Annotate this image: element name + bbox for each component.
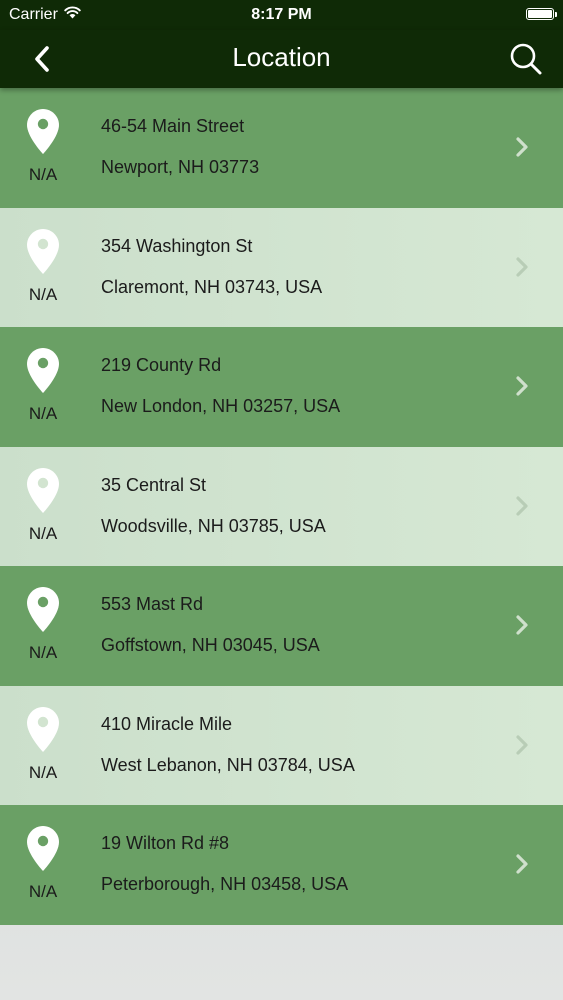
status-bar: Carrier 8:17 PM: [0, 0, 563, 30]
map-pin-icon: [27, 228, 59, 274]
chevron-right-icon: [516, 376, 528, 396]
city-state-zip: Peterborough, NH 03458, USA: [101, 874, 349, 894]
map-pin-icon: [27, 109, 59, 154]
city-state-zip: Newport, NH 03773: [101, 157, 260, 177]
chevron-right-icon: [516, 734, 528, 755]
city-state-zip: West Lebanon, NH 03784, USA: [101, 754, 355, 775]
distance-label: N/A: [28, 523, 58, 543]
status-time: 8:17 PM: [251, 6, 312, 23]
distance-label: N/A: [28, 762, 58, 782]
city-state-zip: Goffstown, NH 03045, USA: [101, 635, 320, 655]
chevron-right-icon: [516, 854, 528, 874]
distance-label: N/A: [28, 404, 58, 423]
distance-label: N/A: [28, 165, 58, 184]
distance-label: N/A: [28, 882, 58, 901]
chevron-right-icon: [516, 256, 528, 277]
location-row[interactable]: N/A 553 Mast Rd Goffstown, NH 03045, USA: [0, 566, 563, 686]
street-address: 354 Washington St: [101, 235, 253, 256]
map-pin-icon: [27, 706, 59, 752]
street-address: 553 Mast Rd: [101, 594, 204, 614]
location-row[interactable]: N/A 410 Miracle Mile West Lebanon, NH 0378…: [0, 685, 563, 805]
location-row[interactable]: N/A 219 County Rd New London, NH 03257, US…: [0, 327, 563, 447]
distance-label: N/A: [28, 643, 58, 662]
city-state-zip: New London, NH 03257, USA: [101, 396, 341, 416]
city-state-zip: Claremont, NH 03743, USA: [101, 276, 323, 297]
battery-icon: [526, 8, 557, 20]
location-row[interactable]: N/A 46-54 Main Street Newport, NH 03773: [0, 88, 563, 208]
chevron-right-icon: [516, 615, 528, 635]
street-address: 19 Wilton Rd #8: [101, 833, 230, 853]
search-icon: [510, 43, 542, 75]
location-row[interactable]: N/A 35 Central St Woodsville, NH 03785, US…: [0, 446, 563, 566]
street-address: 410 Miracle Mile: [101, 713, 233, 734]
chevron-right-icon: [516, 495, 528, 516]
location-row[interactable]: N/A 19 Wilton Rd #8 Peterborough, NH 03458…: [0, 805, 563, 925]
chevron-right-icon: [516, 137, 528, 157]
map-pin-icon: [27, 348, 59, 393]
battery-level: [528, 10, 552, 18]
street-address: 46-54 Main Street: [101, 116, 245, 136]
location-list: N/A 46-54 Main Street Newport, NH 03773 N/A…: [0, 88, 563, 925]
map-pin-icon: [27, 826, 59, 871]
search-button[interactable]: [503, 36, 549, 82]
location-row[interactable]: N/A 354 Washington St Claremont, NH 03743,…: [0, 207, 563, 327]
distance-label: N/A: [28, 284, 58, 304]
city-state-zip: Woodsville, NH 03785, USA: [101, 515, 326, 536]
street-address: 35 Central St: [101, 474, 207, 495]
map-pin-icon: [27, 467, 59, 513]
street-address: 219 County Rd: [101, 355, 222, 375]
map-pin-icon: [27, 587, 59, 632]
navigation-bar: Location: [0, 30, 563, 88]
page-title: Location: [232, 42, 331, 72]
